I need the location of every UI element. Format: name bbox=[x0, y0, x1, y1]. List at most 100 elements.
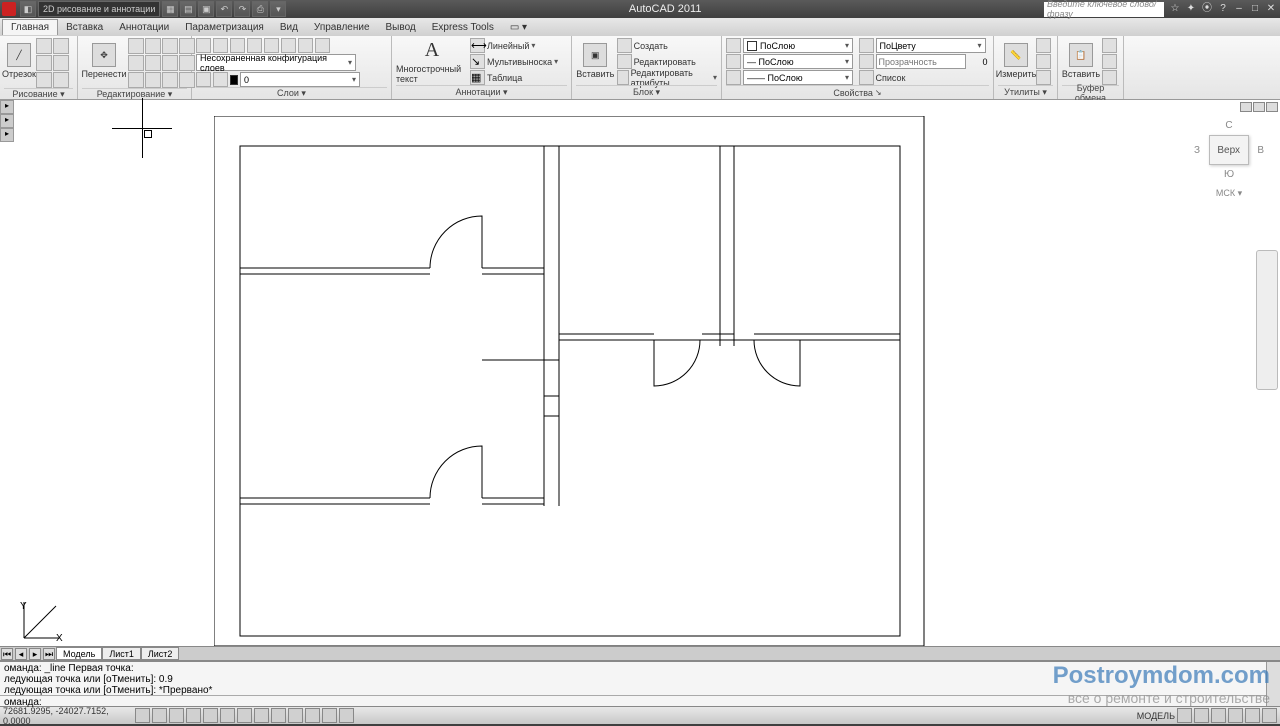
otrack-toggle[interactable] bbox=[237, 708, 252, 723]
tab-insert[interactable]: Вставка bbox=[58, 20, 111, 35]
viewcube-top[interactable]: Верх bbox=[1209, 135, 1249, 165]
vp-max-icon[interactable] bbox=[1253, 102, 1265, 112]
vp-min-icon[interactable] bbox=[1240, 102, 1252, 112]
help-search-input[interactable]: Введите ключевое слово/фразу bbox=[1044, 2, 1164, 17]
tab-annotate[interactable]: Аннотации bbox=[111, 20, 177, 35]
layer-dropdown[interactable]: 0▾ bbox=[240, 72, 360, 87]
status-a-icon[interactable] bbox=[1177, 708, 1192, 723]
tab-manage[interactable]: Управление bbox=[306, 20, 378, 35]
infocenter-icon[interactable]: ☆ bbox=[1168, 2, 1182, 16]
layerstate-icon[interactable] bbox=[196, 38, 211, 53]
ellipse-icon[interactable] bbox=[36, 72, 52, 88]
ortho-toggle[interactable] bbox=[169, 708, 184, 723]
hatch-icon[interactable] bbox=[53, 72, 69, 88]
palette-tab-2[interactable]: ▸ bbox=[0, 114, 14, 128]
offset-icon[interactable] bbox=[162, 72, 178, 88]
model-space-indicator[interactable]: МОДЕЛЬ bbox=[1137, 711, 1175, 721]
table-button[interactable]: Таблица bbox=[487, 73, 522, 83]
panel-utilities-title[interactable]: Утилиты ▾ bbox=[998, 85, 1053, 99]
move-button[interactable]: ✥ Перенести bbox=[82, 38, 126, 84]
tab-express[interactable]: Express Tools bbox=[424, 20, 502, 35]
polyline-icon[interactable] bbox=[36, 38, 52, 54]
dimlinear-button[interactable]: Линейный bbox=[487, 41, 529, 51]
lwt-toggle[interactable] bbox=[288, 708, 303, 723]
line-button[interactable]: ╱ Отрезок bbox=[4, 38, 34, 84]
app-icon[interactable] bbox=[2, 2, 16, 16]
matchprop-icon[interactable] bbox=[726, 38, 741, 53]
layer-sun-icon[interactable] bbox=[213, 72, 228, 87]
color-dropdown[interactable]: ПоСлою▾ bbox=[743, 38, 853, 53]
window-close-icon[interactable]: ✕ bbox=[1264, 2, 1278, 16]
workspace-icon[interactable]: ◧ bbox=[20, 1, 36, 17]
panel-clipboard-title[interactable]: Буфер обмена bbox=[1062, 85, 1119, 99]
workspace-dropdown[interactable]: 2D рисование и аннотации bbox=[38, 1, 160, 17]
status-d-icon[interactable] bbox=[1228, 708, 1243, 723]
snap-toggle[interactable] bbox=[135, 708, 150, 723]
layer-state-dropdown[interactable]: Несохраненная конфигурация слоев▾ bbox=[196, 54, 356, 71]
transparency-icon[interactable] bbox=[859, 54, 874, 69]
tab-model[interactable]: Модель bbox=[56, 647, 102, 660]
dyn-toggle[interactable] bbox=[271, 708, 286, 723]
qat-more-icon[interactable]: ▾ bbox=[270, 1, 286, 17]
3dosnap-toggle[interactable] bbox=[220, 708, 235, 723]
circle-icon[interactable] bbox=[53, 38, 69, 54]
qat-save-icon[interactable]: ▣ bbox=[198, 1, 214, 17]
tab-last-icon[interactable]: ⏭ bbox=[43, 648, 55, 660]
qat-undo-icon[interactable]: ↶ bbox=[216, 1, 232, 17]
layermore-icon[interactable] bbox=[315, 38, 330, 53]
command-scrollbar[interactable] bbox=[1266, 662, 1280, 706]
copy-icon[interactable] bbox=[128, 38, 144, 54]
vp-close-icon[interactable] bbox=[1266, 102, 1278, 112]
stretch-icon[interactable] bbox=[128, 55, 144, 71]
tab-parametric[interactable]: Параметризация bbox=[177, 20, 272, 35]
signin-icon[interactable]: ⦿ bbox=[1200, 2, 1214, 16]
rect-icon[interactable] bbox=[53, 55, 69, 71]
layerfreeze-icon[interactable] bbox=[230, 38, 245, 53]
block-edit-button[interactable]: Редактировать bbox=[634, 57, 696, 67]
util-b-icon[interactable] bbox=[1036, 54, 1051, 69]
trim-icon[interactable] bbox=[162, 38, 178, 54]
help-icon[interactable]: ? bbox=[1216, 2, 1230, 16]
paste-button[interactable]: 📋 Вставить bbox=[1062, 38, 1100, 84]
palette-tab-1[interactable]: ▸ bbox=[0, 100, 14, 114]
layeroff-icon[interactable] bbox=[247, 38, 262, 53]
panel-draw-title[interactable]: Рисование ▾ bbox=[4, 88, 73, 100]
panel-block-title[interactable]: Блок ▾ bbox=[576, 85, 717, 99]
explode-icon[interactable] bbox=[145, 72, 161, 88]
panel-annotation-title[interactable]: Аннотации ▾ bbox=[396, 85, 567, 99]
tab-home[interactable]: Главная bbox=[2, 19, 58, 35]
layerprev-icon[interactable] bbox=[298, 38, 313, 53]
layermatch-icon[interactable] bbox=[281, 38, 296, 53]
window-minimize-icon[interactable]: – bbox=[1232, 2, 1246, 16]
palette-tab-3[interactable]: ▸ bbox=[0, 128, 14, 142]
list-icon[interactable] bbox=[859, 70, 874, 85]
transparency-input[interactable] bbox=[876, 54, 966, 69]
lineweight-dropdown[interactable]: — ПоСлою▾ bbox=[743, 54, 853, 69]
tab-view[interactable]: Вид bbox=[272, 20, 306, 35]
tab-prev-icon[interactable]: ◂ bbox=[15, 648, 27, 660]
status-f-icon[interactable] bbox=[1262, 708, 1277, 723]
tab-first-icon[interactable]: ⏮ bbox=[1, 648, 13, 660]
grid-toggle[interactable] bbox=[152, 708, 167, 723]
block-insert-button[interactable]: ▣ Вставить bbox=[576, 38, 615, 84]
viewcube-west[interactable]: З bbox=[1194, 145, 1200, 156]
tab-extra-icon[interactable]: ▭ ▾ bbox=[502, 20, 535, 35]
block-create-button[interactable]: Создать bbox=[634, 41, 668, 51]
linetype-icon[interactable] bbox=[726, 70, 741, 85]
qat-new-icon[interactable]: ▦ bbox=[162, 1, 178, 17]
layer-bulb-icon[interactable] bbox=[196, 72, 211, 87]
viewcube-south[interactable]: Ю bbox=[1194, 169, 1264, 180]
layerlock-icon[interactable] bbox=[264, 38, 279, 53]
tpy-toggle[interactable] bbox=[305, 708, 320, 723]
layeriso-icon[interactable] bbox=[213, 38, 228, 53]
util-c-icon[interactable] bbox=[1036, 70, 1051, 85]
measure-button[interactable]: 📏 Измерить bbox=[998, 38, 1034, 84]
plotstyle-dropdown[interactable]: ПоЦвету▾ bbox=[876, 38, 986, 53]
scale-icon[interactable] bbox=[145, 55, 161, 71]
qp-toggle[interactable] bbox=[322, 708, 337, 723]
mtext-button[interactable]: A Многострочный текст bbox=[396, 38, 468, 84]
panel-properties-title[interactable]: Свойства↘ bbox=[726, 85, 989, 99]
sc-toggle[interactable] bbox=[339, 708, 354, 723]
arc-icon[interactable] bbox=[36, 55, 52, 71]
exchange-icon[interactable]: ✦ bbox=[1184, 2, 1198, 16]
